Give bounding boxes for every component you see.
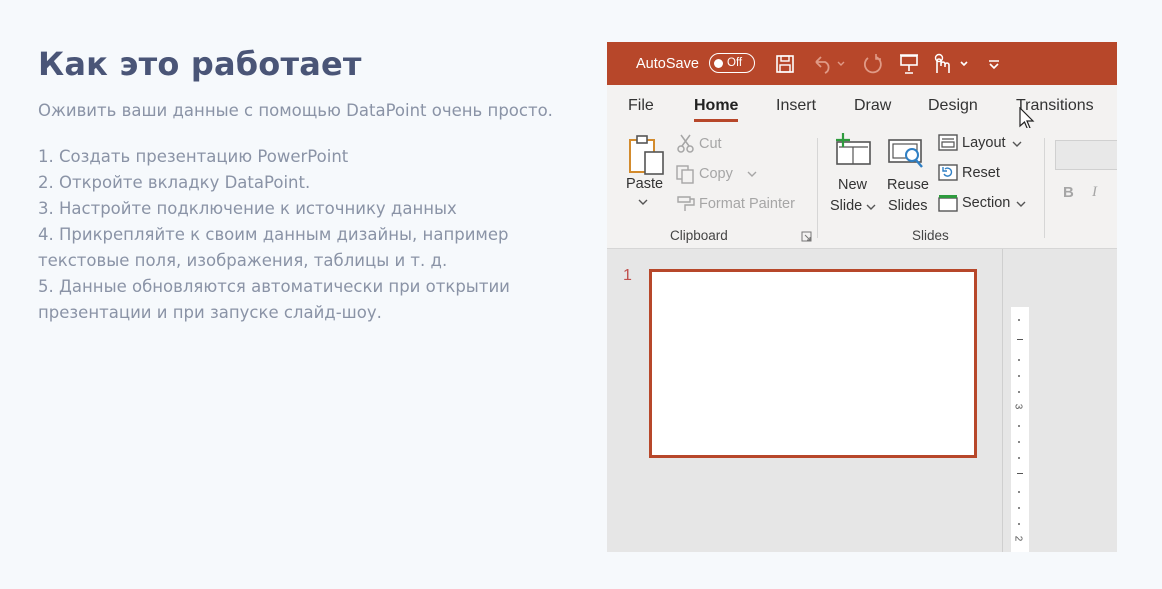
clipboard-group-label: Clipboard — [670, 228, 728, 243]
lead-text: Оживить ваши данные с помощью DataPoint … — [38, 101, 553, 120]
redo-icon[interactable] — [862, 42, 884, 85]
thumbnail-pane: 1 — [607, 249, 1003, 552]
ruler-tick — [1018, 375, 1020, 377]
italic-button[interactable]: I — [1092, 184, 1097, 201]
section-button[interactable]: Section — [962, 195, 1010, 211]
paste-button[interactable] — [627, 134, 667, 176]
how-it-works-section: Как это работает Оживить ваши данные с п… — [38, 40, 578, 326]
ruler-tick — [1018, 457, 1020, 459]
workspace: 1 3 2 — [607, 249, 1117, 552]
tab-insert[interactable]: Insert — [776, 97, 816, 115]
reuse-slides-label[interactable]: Reuse — [887, 177, 929, 193]
ribbon-home: Paste Cut Copy Format Painter Clipboard … — [607, 128, 1117, 249]
chevron-down-icon[interactable] — [1016, 200, 1026, 208]
tab-draw[interactable]: Draw — [854, 97, 891, 115]
autosave-state: Off — [727, 57, 743, 69]
ruler-tick — [1018, 523, 1020, 525]
autosave-label: AutoSave — [636, 55, 699, 72]
ribbon-separator — [1044, 138, 1045, 238]
format-painter-button[interactable]: Format Painter — [699, 196, 795, 212]
step-item: 5. Данные обновляются автоматически при … — [38, 277, 510, 322]
step-item: 1. Создать презентацию PowerPoint — [38, 147, 349, 166]
step-item: 2. Откройте вкладку DataPoint. — [38, 173, 311, 192]
scissors-icon[interactable] — [677, 134, 695, 154]
ruler-tick — [1018, 491, 1020, 493]
page-title: Как это работает — [38, 45, 362, 83]
paste-label[interactable]: Paste — [626, 176, 663, 192]
cut-button[interactable]: Cut — [699, 136, 722, 152]
chevron-down-icon[interactable] — [638, 198, 648, 206]
autosave-toggle[interactable]: Off — [709, 53, 755, 73]
ruler-tick — [1018, 425, 1020, 427]
format-painter-icon[interactable] — [675, 194, 697, 214]
layout-button[interactable]: Layout — [962, 135, 1006, 151]
ribbon-tabs: File Home Insert Draw Design Transitions — [607, 85, 1117, 130]
ruler-tick — [1018, 441, 1020, 443]
new-slide-icon[interactable] — [833, 132, 873, 166]
ruler-label: 2 — [1012, 535, 1024, 542]
chevron-down-icon[interactable] — [747, 170, 757, 178]
layout-icon[interactable] — [938, 134, 958, 152]
bold-button[interactable]: B — [1063, 184, 1074, 201]
ribbon-separator — [817, 138, 818, 238]
ruler-tick — [1018, 391, 1020, 393]
section-icon[interactable] — [938, 194, 958, 212]
new-slide-label[interactable]: New — [838, 177, 867, 193]
reuse-slides-label[interactable]: Slides — [888, 198, 928, 214]
chevron-down-icon[interactable] — [866, 203, 876, 211]
customize-toolbar-icon[interactable] — [987, 42, 1001, 85]
slide-number: 1 — [623, 267, 632, 284]
clipboard-icon — [627, 134, 667, 176]
undo-icon[interactable] — [812, 42, 846, 85]
step-item: 3. Настройте подключение к источнику дан… — [38, 199, 457, 218]
reset-button[interactable]: Reset — [962, 165, 1000, 181]
ruler-tick — [1018, 507, 1020, 509]
slide-thumbnail[interactable] — [649, 269, 977, 458]
copy-icon[interactable] — [675, 164, 695, 184]
chevron-down-icon[interactable] — [1012, 140, 1022, 148]
slides-group-label: Slides — [912, 228, 949, 243]
reset-icon[interactable] — [938, 164, 958, 182]
tab-home[interactable]: Home — [694, 97, 739, 122]
powerpoint-screenshot: AutoSave Off File Home Insert Draw Desig… — [607, 42, 1117, 552]
tab-design[interactable]: Design — [928, 97, 978, 115]
touch-mode-icon[interactable] — [931, 42, 971, 85]
title-bar: AutoSave Off — [607, 42, 1117, 85]
tab-file[interactable]: File — [628, 97, 654, 115]
font-name-box[interactable] — [1055, 140, 1117, 170]
toggle-knob — [714, 58, 723, 68]
steps-list: 1. Создать презентацию PowerPoint 2. Отк… — [38, 144, 578, 326]
new-slide-label[interactable]: Slide — [830, 198, 862, 214]
ruler-tick — [1017, 339, 1023, 340]
vertical-ruler: 3 2 — [1011, 307, 1029, 552]
copy-button[interactable]: Copy — [699, 166, 733, 182]
ruler-label: 3 — [1012, 403, 1024, 410]
ruler-tick — [1017, 473, 1023, 474]
reuse-slides-icon[interactable] — [887, 132, 927, 172]
present-icon[interactable] — [899, 42, 919, 85]
dialog-launcher-icon[interactable] — [801, 231, 812, 242]
save-icon[interactable] — [775, 42, 795, 85]
ruler-tick — [1018, 359, 1020, 361]
step-item: 4. Прикрепляйте к своим данным дизайны, … — [38, 225, 509, 270]
ruler-tick — [1018, 319, 1020, 321]
